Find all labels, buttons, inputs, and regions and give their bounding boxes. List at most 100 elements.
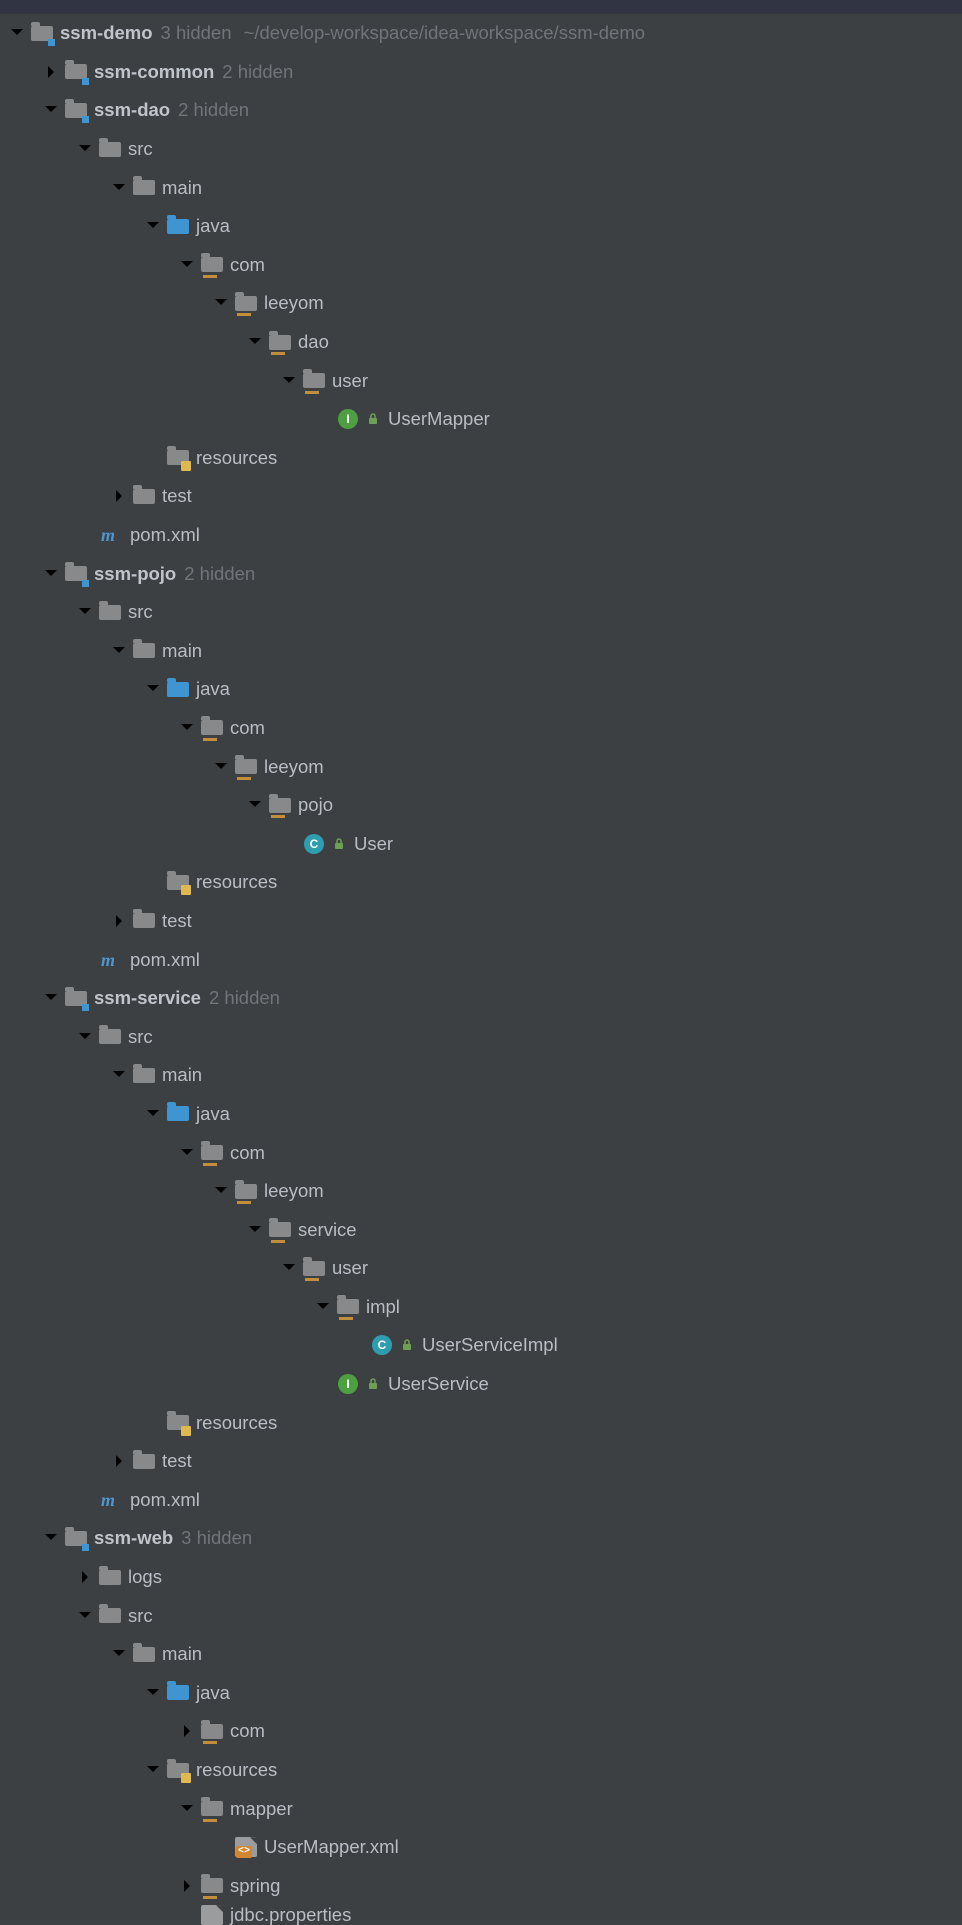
tree-node-file[interactable]: C User xyxy=(0,824,962,863)
tree-node-file[interactable]: UserMapper.xml xyxy=(0,1828,962,1867)
chevron-down-icon[interactable] xyxy=(112,1068,126,1082)
module-folder-icon xyxy=(64,60,88,84)
chevron-down-icon[interactable] xyxy=(44,1531,58,1545)
tree-node-folder[interactable]: main xyxy=(0,632,962,671)
tree-node-folder[interactable]: logs xyxy=(0,1558,962,1597)
tree-node-folder[interactable]: java xyxy=(0,670,962,709)
tree-node-module[interactable]: ssm-web 3 hidden xyxy=(0,1519,962,1558)
node-label: leeyom xyxy=(264,1180,324,1202)
tree-node-file[interactable]: m pom.xml xyxy=(0,940,962,979)
chevron-down-icon[interactable] xyxy=(180,258,194,272)
chevron-right-icon[interactable] xyxy=(112,489,126,503)
tree-node-module[interactable]: ssm-dao 2 hidden xyxy=(0,91,962,130)
chevron-down-icon[interactable] xyxy=(214,760,228,774)
folder-icon xyxy=(132,1063,156,1087)
chevron-down-icon[interactable] xyxy=(78,605,92,619)
chevron-down-icon[interactable] xyxy=(282,374,296,388)
chevron-down-icon[interactable] xyxy=(248,798,262,812)
tree-node-package[interactable]: com xyxy=(0,1133,962,1172)
chevron-down-icon[interactable] xyxy=(44,991,58,1005)
tree-node-package[interactable]: leeyom xyxy=(0,1172,962,1211)
tree-node-package[interactable]: com xyxy=(0,709,962,748)
hidden-count: 2 hidden xyxy=(209,987,280,1009)
node-label: test xyxy=(162,1450,192,1472)
chevron-down-icon[interactable] xyxy=(282,1261,296,1275)
tree-node-file[interactable]: m pom.xml xyxy=(0,1481,962,1520)
chevron-down-icon[interactable] xyxy=(146,682,160,696)
tree-node-folder[interactable]: main xyxy=(0,168,962,207)
chevron-right-icon[interactable] xyxy=(180,1724,194,1738)
tree-node-package[interactable]: service xyxy=(0,1210,962,1249)
node-label: leeyom xyxy=(264,292,324,314)
tree-node-package[interactable]: com xyxy=(0,246,962,285)
chevron-down-icon[interactable] xyxy=(10,26,24,40)
tree-node-module[interactable]: ssm-common 2 hidden xyxy=(0,53,962,92)
chevron-down-icon[interactable] xyxy=(316,1300,330,1314)
chevron-down-icon[interactable] xyxy=(112,644,126,658)
tree-node-file[interactable]: C UserServiceImpl xyxy=(0,1326,962,1365)
tree-node-folder[interactable]: java xyxy=(0,1095,962,1134)
chevron-right-icon[interactable] xyxy=(112,914,126,928)
chevron-right-icon[interactable] xyxy=(180,1879,194,1893)
chevron-down-icon[interactable] xyxy=(214,296,228,310)
tree-node-file[interactable]: jdbc.properties xyxy=(0,1905,962,1925)
chevron-down-icon[interactable] xyxy=(180,1802,194,1816)
tree-node-root[interactable]: ssm-demo 3 hidden ~/develop-workspace/id… xyxy=(0,14,962,53)
tree-node-file[interactable]: I UserMapper xyxy=(0,400,962,439)
chevron-down-icon[interactable] xyxy=(112,181,126,195)
node-label: ssm-web xyxy=(94,1527,173,1549)
chevron-down-icon[interactable] xyxy=(78,1609,92,1623)
chevron-right-icon[interactable] xyxy=(44,65,58,79)
tree-node-folder[interactable]: main xyxy=(0,1635,962,1674)
node-label: impl xyxy=(366,1296,400,1318)
chevron-down-icon[interactable] xyxy=(248,335,262,349)
tree-node-folder[interactable]: test xyxy=(0,477,962,516)
tree-node-folder[interactable]: main xyxy=(0,1056,962,1095)
tree-node-file[interactable]: m pom.xml xyxy=(0,516,962,555)
chevron-down-icon[interactable] xyxy=(44,567,58,581)
tree-node-folder[interactable]: test xyxy=(0,902,962,941)
chevron-right-icon[interactable] xyxy=(112,1454,126,1468)
tree-node-package[interactable]: dao xyxy=(0,323,962,362)
chevron-right-icon[interactable] xyxy=(78,1570,92,1584)
tree-node-folder[interactable]: resources xyxy=(0,439,962,478)
project-tree[interactable]: ssm-demo 3 hidden ~/develop-workspace/id… xyxy=(0,14,962,1925)
node-label: pojo xyxy=(298,794,333,816)
tree-node-package[interactable]: impl xyxy=(0,1288,962,1327)
tree-node-package[interactable]: user xyxy=(0,361,962,400)
chevron-down-icon[interactable] xyxy=(180,721,194,735)
tree-node-folder[interactable]: mapper xyxy=(0,1789,962,1828)
tree-node-package[interactable]: com xyxy=(0,1712,962,1751)
chevron-down-icon[interactable] xyxy=(146,219,160,233)
chevron-down-icon[interactable] xyxy=(146,1107,160,1121)
tree-node-folder[interactable]: resources xyxy=(0,863,962,902)
tree-node-package[interactable]: leeyom xyxy=(0,747,962,786)
node-label: leeyom xyxy=(264,756,324,778)
gutter-icon xyxy=(400,1338,414,1352)
chevron-down-icon[interactable] xyxy=(146,1763,160,1777)
chevron-down-icon[interactable] xyxy=(248,1223,262,1237)
tree-node-package[interactable]: pojo xyxy=(0,786,962,825)
chevron-down-icon[interactable] xyxy=(44,103,58,117)
tree-node-folder[interactable]: spring xyxy=(0,1867,962,1906)
tree-node-folder[interactable]: java xyxy=(0,1674,962,1713)
tree-node-folder[interactable]: resources xyxy=(0,1751,962,1790)
tree-node-folder[interactable]: resources xyxy=(0,1403,962,1442)
chevron-down-icon[interactable] xyxy=(78,1030,92,1044)
chevron-down-icon[interactable] xyxy=(78,142,92,156)
tree-node-package[interactable]: leeyom xyxy=(0,284,962,323)
tree-node-folder[interactable]: src xyxy=(0,130,962,169)
tree-node-folder[interactable]: src xyxy=(0,1017,962,1056)
tree-node-folder[interactable]: src xyxy=(0,1596,962,1635)
tree-node-module[interactable]: ssm-pojo 2 hidden xyxy=(0,554,962,593)
tree-node-folder[interactable]: src xyxy=(0,593,962,632)
tree-node-folder[interactable]: test xyxy=(0,1442,962,1481)
chevron-down-icon[interactable] xyxy=(214,1184,228,1198)
chevron-down-icon[interactable] xyxy=(146,1686,160,1700)
chevron-down-icon[interactable] xyxy=(180,1146,194,1160)
chevron-down-icon[interactable] xyxy=(112,1647,126,1661)
tree-node-package[interactable]: user xyxy=(0,1249,962,1288)
tree-node-module[interactable]: ssm-service 2 hidden xyxy=(0,979,962,1018)
tree-node-file[interactable]: I UserService xyxy=(0,1365,962,1404)
tree-node-folder[interactable]: java xyxy=(0,207,962,246)
